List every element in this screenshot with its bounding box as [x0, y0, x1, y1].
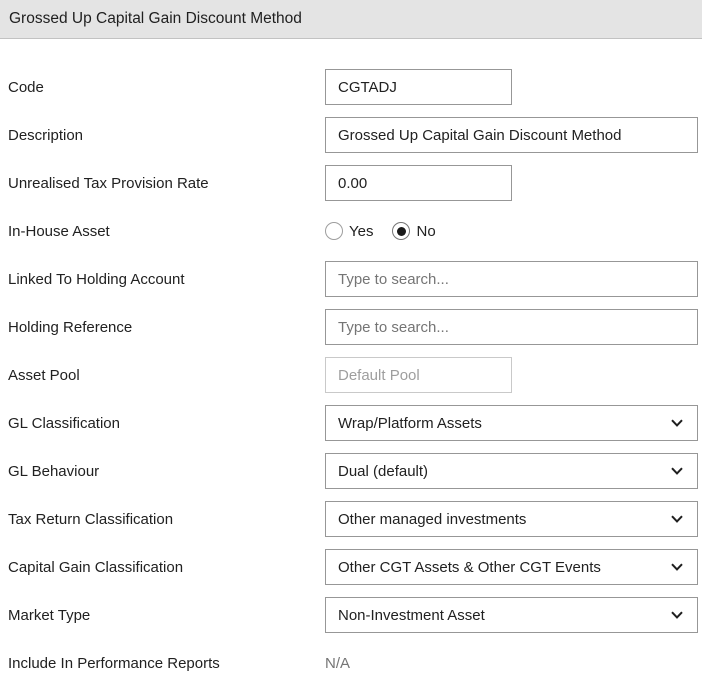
row-code: Code [0, 69, 702, 105]
market-type-select[interactable]: Non-Investment Asset [325, 597, 698, 633]
radio-selected-icon [392, 222, 411, 240]
chevron-down-icon [669, 607, 685, 623]
row-tax-return-classification: Tax Return Classification Other managed … [0, 501, 702, 537]
linked-to-holding-account-label: Linked To Holding Account [8, 270, 185, 288]
asset-pool-label: Asset Pool [8, 366, 80, 384]
row-market-type: Market Type Non-Investment Asset [0, 597, 702, 633]
panel-header: Grossed Up Capital Gain Discount Method [0, 0, 702, 39]
holding-reference-label: Holding Reference [8, 318, 133, 336]
code-label: Code [8, 78, 44, 96]
in-house-asset-radio-group: Yes No [325, 222, 436, 240]
page-title: Grossed Up Capital Gain Discount Method [9, 10, 302, 27]
capital-gain-classification-selected-value: Other CGT Assets & Other CGT Events [338, 558, 601, 576]
include-in-performance-reports-label: Include In Performance Reports [8, 654, 220, 672]
row-in-house-asset: In-House Asset Yes No [0, 213, 702, 249]
description-label: Description [8, 126, 84, 144]
asset-settings-form: Code Description Unrealised Tax Provisio… [0, 39, 702, 676]
gl-classification-label: GL Classification [8, 414, 120, 432]
row-gl-classification: GL Classification Wrap/Platform Assets [0, 405, 702, 441]
asset-pool-input [325, 357, 512, 393]
capital-gain-classification-label: Capital Gain Classification [8, 558, 184, 576]
gl-behaviour-select[interactable]: Dual (default) [325, 453, 698, 489]
market-type-selected-value: Non-Investment Asset [338, 606, 485, 624]
row-description: Description [0, 117, 702, 153]
code-input[interactable] [325, 69, 512, 105]
row-asset-pool: Asset Pool [0, 357, 702, 393]
radio-no-label: No [416, 222, 436, 240]
chevron-down-icon [669, 415, 685, 431]
row-holding-reference: Holding Reference [0, 309, 702, 345]
unrealised-tax-provision-rate-label: Unrealised Tax Provision Rate [8, 174, 209, 192]
linked-to-holding-account-search-input[interactable] [325, 261, 698, 297]
row-gl-behaviour: GL Behaviour Dual (default) [0, 453, 702, 489]
row-unrealised-tax-provision-rate: Unrealised Tax Provision Rate [0, 165, 702, 201]
market-type-label: Market Type [8, 606, 91, 624]
row-include-in-performance-reports: Include In Performance Reports N/A [0, 645, 702, 676]
row-capital-gain-classification: Capital Gain Classification Other CGT As… [0, 549, 702, 585]
unrealised-tax-provision-rate-input[interactable] [325, 165, 512, 201]
in-house-asset-label: In-House Asset [8, 222, 110, 240]
tax-return-classification-label: Tax Return Classification [8, 510, 174, 528]
gl-behaviour-selected-value: Dual (default) [338, 462, 429, 480]
radio-unselected-icon [325, 222, 343, 240]
include-in-performance-reports-value: N/A [325, 654, 351, 672]
chevron-down-icon [669, 511, 685, 527]
tax-return-classification-select[interactable]: Other managed investments [325, 501, 698, 537]
capital-gain-classification-select[interactable]: Other CGT Assets & Other CGT Events [325, 549, 698, 585]
description-input[interactable] [325, 117, 698, 153]
in-house-asset-radio-yes[interactable]: Yes [325, 222, 373, 240]
in-house-asset-radio-no[interactable]: No [392, 222, 436, 240]
gl-classification-selected-value: Wrap/Platform Assets [338, 414, 482, 432]
radio-yes-label: Yes [349, 222, 374, 240]
holding-reference-search-input[interactable] [325, 309, 698, 345]
chevron-down-icon [669, 463, 685, 479]
chevron-down-icon [669, 559, 685, 575]
gl-classification-select[interactable]: Wrap/Platform Assets [325, 405, 698, 441]
gl-behaviour-label: GL Behaviour [8, 462, 100, 480]
row-linked-to-holding-account: Linked To Holding Account [0, 261, 702, 297]
tax-return-classification-selected-value: Other managed investments [338, 510, 527, 528]
